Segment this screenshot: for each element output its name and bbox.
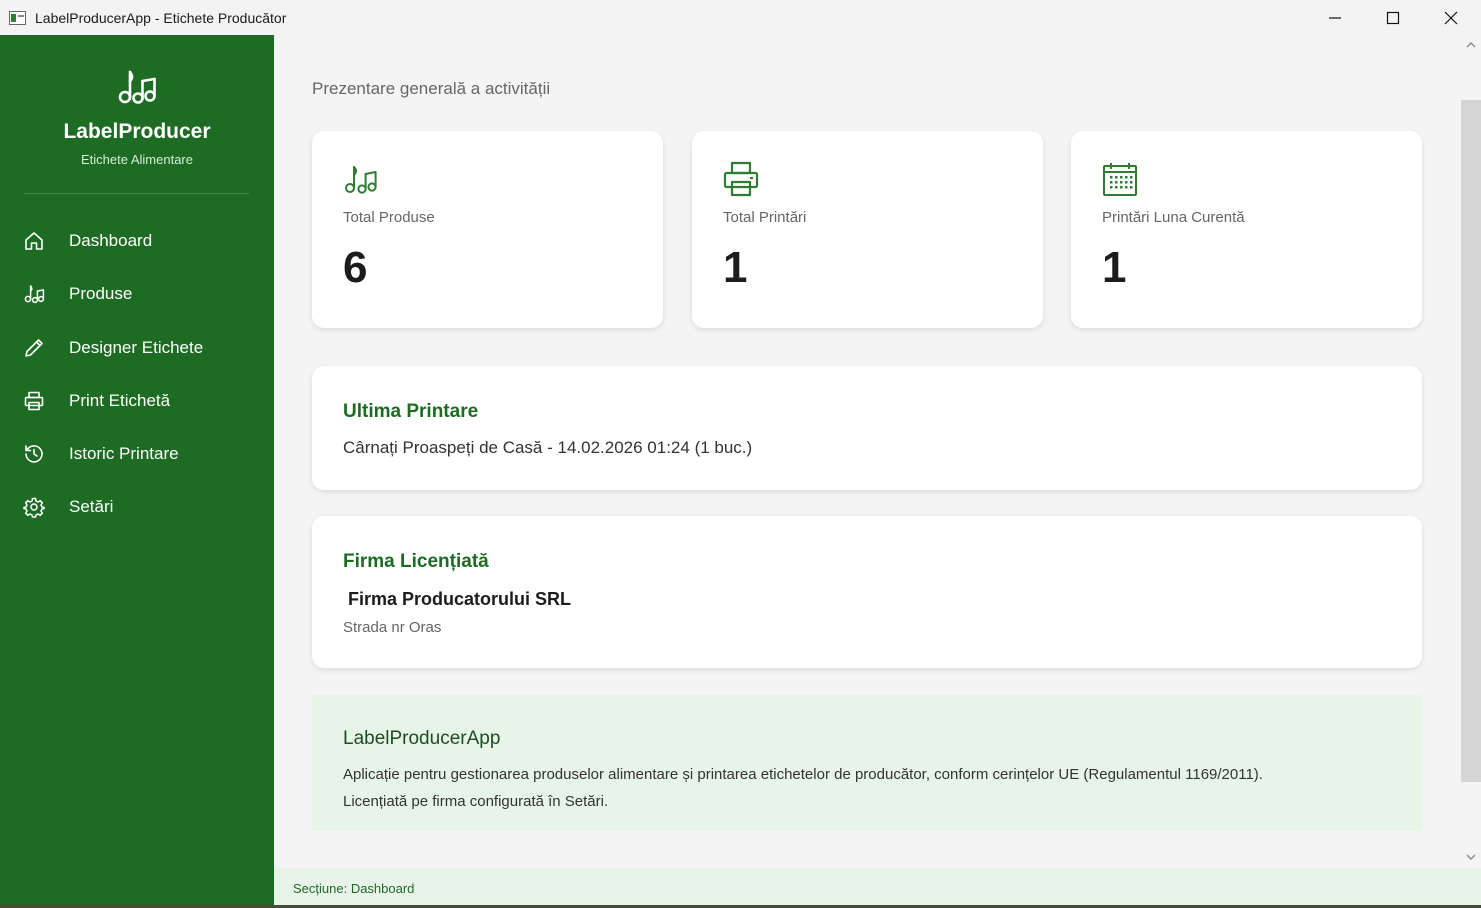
home-icon [25,232,43,250]
firm-address: Strada nr Oras [343,619,442,636]
calendar-icon [1103,163,1137,196]
scrollbar-thumb[interactable] [1461,100,1481,782]
sidebar-item-label: Produse [69,284,133,303]
stat-label: Printări Luna Curentă [1102,209,1245,226]
sidebar-item-label: Print Etichetă [69,391,171,410]
stat-card-total-printari: Total Printări 1 [692,131,1043,328]
pencil-icon [25,339,43,357]
close-icon [1444,11,1458,24]
about-text-line2: Licențiată pe firma configurată în Setăr… [343,793,609,810]
gear-icon [23,497,45,518]
music-notes-icon [345,166,377,194]
status-text: Secțiune: Dashboard [293,881,415,896]
sidebar-item-istoric-printare[interactable]: Istoric Printare [0,432,274,476]
window-title: LabelProducerApp - Etichete Producător [35,9,287,26]
history-icon [25,445,43,463]
minimize-icon [1329,16,1341,19]
last-print-card: Ultima Printare Cârnați Proaspeți de Cas… [312,366,1422,490]
sidebar-item-designer-etichete[interactable]: Designer Etichete [0,326,274,370]
licensed-firm-card: Firma Licențiată Firma Producatorului SR… [312,516,1422,668]
firm-name: Firma Producatorului SRL [348,589,572,609]
scroll-down-arrow-icon[interactable] [1465,852,1477,862]
sidebar-item-dashboard[interactable]: Dashboard [0,219,274,263]
stat-card-printari-luna-curenta: Printări Luna Curentă 1 [1071,131,1422,328]
close-button[interactable] [1422,0,1480,35]
last-print-title: Ultima Printare [343,401,479,422]
app-window-icon [9,10,26,25]
scroll-up-arrow-icon[interactable] [1465,40,1477,50]
sidebar: LabelProducer Etichete Alimentare Dashbo… [0,35,274,908]
brand-subtitle: Etichete Alimentare [80,152,193,167]
about-title: LabelProducerApp [343,728,501,749]
sidebar-item-produse[interactable]: Produse [0,272,274,316]
sidebar-item-label: Istoric Printare [69,444,179,463]
music-notes-icon [24,285,45,304]
maximize-icon [1386,11,1400,24]
main-content: Prezentare generală a activității Total … [274,35,1459,868]
sidebar-item-print-eticheta[interactable]: Print Etichetă [0,379,274,423]
music-notes-icon [118,70,156,104]
about-card: LabelProducerApp Aplicație pentru gestio… [312,695,1422,831]
stat-value: 1 [723,243,748,292]
printer-icon [723,161,759,197]
sidebar-item-label: Designer Etichete [69,338,204,357]
about-text-line1: Aplicație pentru gestionarea produselor … [343,766,1263,783]
status-bar: Secțiune: Dashboard [274,868,1481,905]
printer-icon [24,391,44,411]
title-bar: LabelProducerApp - Etichete Producător [0,0,1481,35]
stat-card-total-produse: Total Produse 6 [312,131,663,328]
stat-label: Total Printări [723,209,807,226]
maximize-button[interactable] [1364,0,1422,35]
brand-name: LabelProducer [63,120,211,143]
page-subtitle: Prezentare generală a activității [312,79,551,98]
stat-label: Total Produse [343,209,435,226]
last-print-text: Cârnați Proaspeți de Casă - 14.02.2026 0… [343,438,753,457]
sidebar-item-setari[interactable]: Setări [0,485,274,529]
minimize-button[interactable] [1306,0,1364,35]
sidebar-divider [24,193,249,194]
licensed-firm-title: Firma Licențiată [343,551,489,572]
stat-value: 6 [343,243,368,292]
stat-value: 1 [1102,243,1127,292]
sidebar-item-label: Dashboard [69,231,153,250]
sidebar-item-label: Setări [69,497,114,516]
